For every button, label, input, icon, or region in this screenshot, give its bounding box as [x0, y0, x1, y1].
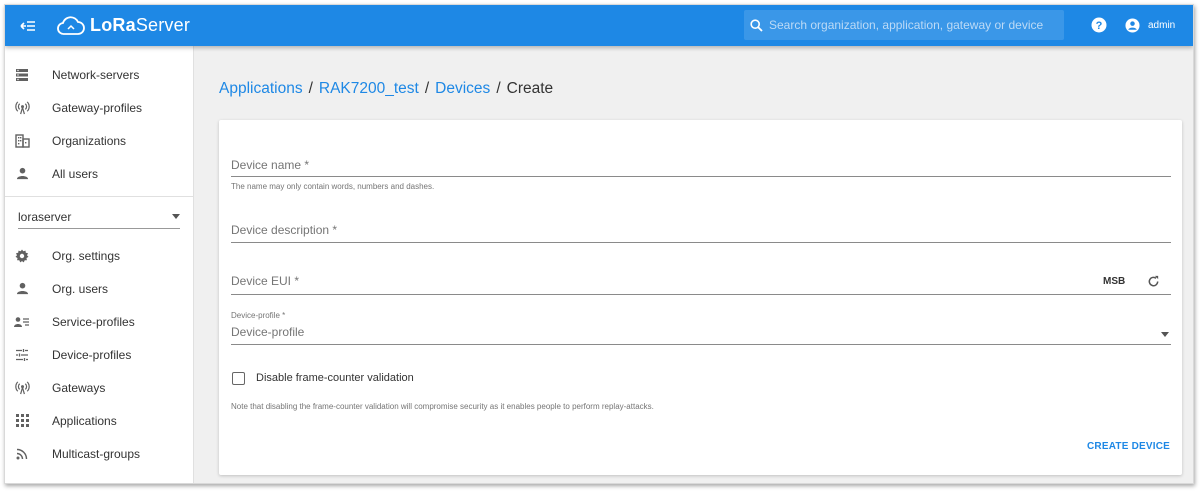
svg-text:?: ?	[1096, 20, 1103, 32]
device-description-field	[231, 221, 1171, 243]
sidebar-item-network-servers[interactable]: Network-servers	[5, 58, 193, 91]
sidebar-item-device-profiles[interactable]: Device-profiles	[5, 338, 193, 371]
field-underline	[231, 294, 1171, 295]
account-details-icon	[14, 314, 30, 330]
frame-counter-note: Note that disabling the frame-counter va…	[231, 402, 654, 411]
chevron-down-icon	[1161, 332, 1169, 337]
menu-open-icon	[20, 20, 35, 31]
sidebar-item-label: Network-servers	[52, 67, 140, 82]
refresh-icon	[1148, 275, 1158, 286]
help-button[interactable]: ?	[1089, 15, 1109, 35]
disable-frame-counter-label: Disable frame-counter validation	[256, 372, 414, 384]
sidebar-item-label: Gateway-profiles	[52, 100, 143, 115]
menu-toggle-button[interactable]	[14, 12, 42, 40]
page-title: Create	[506, 80, 554, 97]
logo-text: LoRaServer	[90, 15, 191, 35]
breadcrumb-link-application[interactable]: RAK7200_test	[319, 80, 419, 98]
device-profile-select[interactable]: Device-profile	[231, 323, 1171, 345]
sidebar-item-label: Applications	[52, 413, 117, 428]
sidebar-divider	[5, 196, 193, 197]
sidebar-item-organizations[interactable]: Organizations	[5, 124, 193, 157]
top-app-bar: LoRaServer ? admin	[5, 5, 1193, 46]
sidebar-item-org-settings[interactable]: Org. settings	[5, 239, 193, 272]
search-input[interactable]	[769, 18, 1059, 32]
sidebar-item-label: Multicast-groups	[52, 446, 141, 461]
sidebar-item-label: Org. settings	[52, 248, 121, 263]
breadcrumb-separator: /	[308, 80, 313, 97]
person-icon	[14, 281, 30, 297]
device-profile-label: Device-profile *	[231, 311, 286, 320]
user-menu-button[interactable]: admin	[1121, 13, 1183, 37]
cloud-logo-icon	[57, 15, 85, 35]
device-name-field	[231, 156, 1171, 178]
apps-grid-icon	[14, 413, 30, 429]
sidebar-item-org-users[interactable]: Org. users	[5, 272, 193, 305]
sidebar-item-all-users[interactable]: All users	[5, 157, 193, 190]
sidebar-item-label: Gateways	[52, 380, 106, 395]
sidebar-item-applications[interactable]: Applications	[5, 404, 193, 437]
broadcast-icon	[14, 380, 30, 396]
server-icon	[14, 67, 30, 83]
logo[interactable]: LoRaServer	[56, 14, 190, 38]
building-icon	[14, 133, 30, 149]
search-bar[interactable]	[744, 10, 1064, 40]
generate-eui-button[interactable]	[1145, 273, 1161, 289]
device-eui-input[interactable]	[231, 274, 1091, 288]
app-window: LoRaServer ? admin	[4, 4, 1194, 484]
rss-icon	[14, 446, 30, 462]
breadcrumb-link-devices[interactable]: Devices	[435, 80, 490, 98]
sidebar-item-label: All users	[52, 166, 99, 181]
organization-select-value: loraserver	[18, 209, 72, 224]
broadcast-icon	[14, 100, 30, 116]
device-eui-field: MSB	[231, 272, 1171, 296]
breadcrumb: Applications / RAK7200_test / Devices / …	[219, 80, 553, 98]
sidebar-item-label: Service-profiles	[52, 314, 135, 329]
breadcrumb-link-applications[interactable]: Applications	[219, 80, 303, 98]
field-underline	[231, 344, 1171, 345]
search-icon	[750, 18, 763, 32]
field-underline	[231, 242, 1171, 243]
device-profile-placeholder: Device-profile	[231, 325, 305, 339]
sidebar-item-label: Organizations	[52, 133, 127, 148]
field-underline	[231, 176, 1171, 177]
chevron-down-icon	[172, 214, 180, 219]
create-device-button[interactable]: CREATE DEVICE	[1087, 437, 1170, 456]
person-icon	[14, 166, 30, 182]
organization-select[interactable]: loraserver	[18, 205, 180, 229]
sidebar-item-multicast-groups[interactable]: Multicast-groups	[5, 437, 193, 470]
gear-icon	[14, 248, 30, 264]
sidebar-item-service-profiles[interactable]: Service-profiles	[5, 305, 193, 338]
disable-frame-counter-checkbox[interactable]	[232, 372, 245, 385]
user-name: admin	[1148, 19, 1176, 31]
sidebar: Network-servers Gateway-profiles Organiz…	[5, 46, 194, 483]
device-description-input[interactable]	[231, 223, 1091, 237]
sidebar-item-gateway-profiles[interactable]: Gateway-profiles	[5, 91, 193, 124]
device-name-helper-text: The name may only contain words, numbers…	[231, 182, 435, 191]
sidebar-item-label: Org. users	[52, 281, 109, 296]
help-icon: ?	[1091, 17, 1107, 33]
sidebar-item-gateways[interactable]: Gateways	[5, 371, 193, 404]
account-circle-icon	[1125, 17, 1140, 33]
byte-order-toggle-button[interactable]: MSB	[1103, 276, 1125, 287]
breadcrumb-separator: /	[496, 80, 501, 97]
sidebar-item-label: Device-profiles	[52, 347, 132, 362]
breadcrumb-separator: /	[424, 80, 430, 97]
device-name-input[interactable]	[231, 158, 1091, 172]
tune-icon	[14, 347, 30, 363]
create-device-form: The name may only contain words, numbers…	[219, 120, 1182, 475]
